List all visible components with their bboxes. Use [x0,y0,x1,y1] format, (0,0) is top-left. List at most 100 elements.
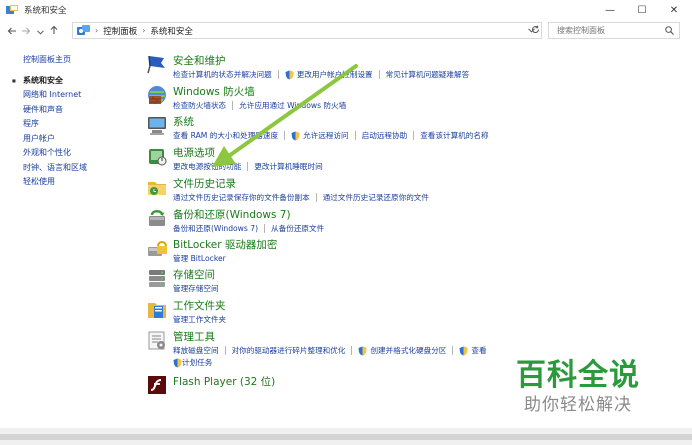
file-history-icon[interactable] [146,176,168,198]
task-link[interactable]: 查看 [471,345,486,356]
task-link[interactable]: 通过文件历史记录还原你的文件 [323,192,429,203]
refresh-button[interactable] [528,24,542,38]
task-link[interactable]: 启动远程协助 [362,130,408,141]
category-title-link[interactable]: BitLocker 驱动器加密 [173,237,277,252]
sidebar-item[interactable]: 程序 [12,117,87,132]
uac-shield-icon [291,131,300,141]
power-icon[interactable] [146,145,168,167]
uac-shield-icon [173,358,182,368]
sidebar-item-label: 外观和个性化 [23,148,71,158]
task-link[interactable]: 允许应用通过 Windows 防火墙 [239,100,346,111]
search-input[interactable] [557,26,667,35]
work-folders-icon[interactable] [146,298,168,320]
task-link[interactable]: 计划任务 [182,357,212,368]
backup-icon[interactable] [146,207,168,229]
sidebar-item[interactable]: 时钟、语言和区域 [12,160,87,175]
category-task-links: 检查防火墙状态 允许应用通过 Windows 防火墙 [173,100,346,111]
task-link[interactable]: 管理 BitLocker [173,253,226,264]
uac-shield-icon [358,346,367,356]
breadcrumb-system-security[interactable]: 系统和安全 [150,25,193,37]
search-icon[interactable] [665,26,674,38]
sidebar-item[interactable]: ■ 系统和安全 [12,73,87,88]
sidebar-item[interactable]: 轻松使用 [12,175,87,190]
category-task-links: 更改电源按钮的功能 更改计算机睡眠时间 [173,161,323,172]
category-item: 文件历史记录 通过文件历史记录保存你的文件备份副本 通过文件历史记录还原你的文件 [142,173,682,205]
category-title-link[interactable]: 系统 [173,114,194,129]
link-separator [315,193,317,202]
forward-button[interactable] [19,23,33,39]
category-item: 系统 查看 RAM 的大小和处理器速度 允许远程访问 启动远程协助 查看该计算机的名称 [142,111,682,143]
task-link[interactable]: 备份和还原(Windows 7) [173,223,258,234]
left-nav-pane: 控制面板主页 ■ 系统和安全网络和 Internet 硬件和声音 程序 用户帐户外观和个… [0,42,130,422]
bitlocker-icon[interactable] [146,237,168,259]
category-title-link[interactable]: Flash Player (32 位) [173,374,275,389]
task-link[interactable]: 通过文件历史记录保存你的文件备份副本 [173,192,310,203]
category-task-links: 管理工作文件夹 [173,314,226,325]
breadcrumb-control-panel[interactable]: 控制面板 [103,25,137,37]
firewall-icon[interactable] [146,84,168,106]
category-title-link[interactable]: Windows 防火墙 [173,84,255,99]
computer-icon[interactable] [146,114,168,136]
task-link[interactable]: 创建并格式化硬盘分区 [370,345,446,356]
category-item: 安全和维护 检查计算机的状态并解决问题 更改用户帐户控制设置 常见计算机问题疑难解答 [142,50,682,82]
category-title-link[interactable]: 电源选项 [173,145,215,160]
admin-tools-icon[interactable] [146,329,168,351]
category-item: 备份和还原(Windows 7) 备份和还原(Windows 7) 从备份还原文件 [142,204,682,236]
category-title-link[interactable]: 工作文件夹 [173,298,226,313]
task-link[interactable]: 检查防火墙状态 [173,100,226,111]
window-title: 系统和安全 [24,6,67,16]
back-button[interactable] [5,23,19,39]
task-link[interactable]: 更改电源按钮的功能 [173,161,241,172]
task-link[interactable]: 对你的驱动器进行碎片整理和优化 [232,345,346,356]
sidebar-item[interactable]: 硬件和声音 [12,102,87,117]
category-title-link[interactable]: 管理工具 [173,329,215,344]
category-nav-list: ■ 系统和安全网络和 Internet 硬件和声音 程序 用户帐户外观和个性化时钟、语言… [12,73,87,189]
category-task-links: 备份和还原(Windows 7) 从备份还原文件 [173,223,324,234]
category-title-link[interactable]: 备份和还原(Windows 7) [173,207,291,222]
category-title-link[interactable]: 文件历史记录 [173,176,236,191]
control-panel-home-link[interactable]: 控制面板主页 [23,54,71,65]
category-task-links: 管理存储空间 [173,283,219,294]
storage-icon[interactable] [146,267,168,289]
category-title-link[interactable]: 安全和维护 [173,53,226,68]
category-item: BitLocker 驱动器加密 管理 BitLocker [142,234,682,266]
sidebar-item-label: 网络和 Internet [23,90,82,100]
minimize-button[interactable]: — [594,0,626,20]
category-title-link[interactable]: 存储空间 [173,267,215,282]
uac-shield-icon [459,346,468,356]
sidebar-item-label: 时钟、语言和区域 [23,162,87,172]
chevron-down-icon [36,25,44,38]
search-box[interactable] [548,22,680,39]
task-link[interactable]: 查看 RAM 的大小和处理器速度 [173,130,278,141]
task-link[interactable]: 管理工作文件夹 [173,314,226,325]
link-separator [264,224,266,233]
flag-icon[interactable] [146,53,168,75]
maximize-icon: ☐ [637,4,647,16]
maximize-button[interactable]: ☐ [626,0,658,20]
category-item: 存储空间 管理存储空间 [142,264,682,296]
task-link[interactable]: 更改用户帐户控制设置 [297,69,373,80]
sidebar-item-label: 系统和安全 [23,75,63,85]
sidebar-item[interactable]: 网络和 Internet [12,88,87,103]
address-bar[interactable]: › 控制面板 › 系统和安全 [72,22,542,39]
category-item: 电源选项 更改电源按钮的功能 更改计算机睡眠时间 [142,142,682,174]
task-link[interactable]: 常见计算机问题疑难解答 [386,69,470,80]
task-link[interactable]: 从备份还原文件 [271,223,324,234]
category-item: Windows 防火墙 检查防火墙状态 允许应用通过 Windows 防火墙 [142,81,682,113]
sidebar-item[interactable]: 外观和个性化 [12,146,87,161]
task-link[interactable]: 管理存储空间 [173,283,219,294]
sidebar-item[interactable]: 用户帐户 [12,131,87,146]
task-link[interactable]: 检查计算机的状态并解决问题 [173,69,272,80]
category-task-links: 管理 BitLocker [173,253,226,264]
flash-icon[interactable] [146,374,168,396]
link-separator [354,131,356,140]
link-separator [351,346,353,355]
task-link[interactable]: 允许远程访问 [303,130,349,141]
close-button[interactable]: ✕ [658,0,690,20]
task-link[interactable]: 查看该计算机的名称 [420,130,488,141]
link-separator [247,162,249,171]
task-link[interactable]: 更改计算机睡眠时间 [254,161,322,172]
recent-locations-button[interactable] [33,23,47,39]
task-link[interactable]: 释放磁盘空间 [173,345,219,356]
up-button[interactable] [47,23,61,39]
